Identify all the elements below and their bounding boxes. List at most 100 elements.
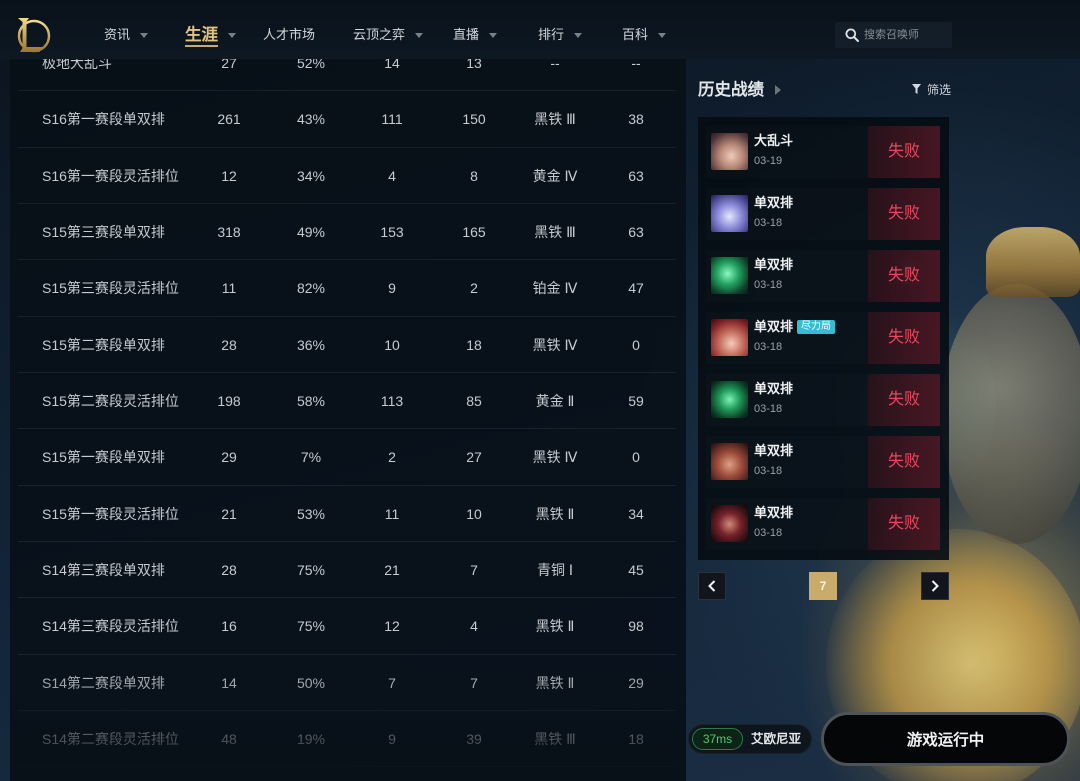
splash-crown-shape [986,227,1080,297]
tag-badge: 尽力局 [797,320,836,334]
win-rate-cell: 75% [296,561,326,578]
games-played-cell: 198 [217,392,241,409]
rank-tier-cell: 黑铁 Ⅳ [532,449,578,466]
match-history-item[interactable]: 单双排 03-18 失败 [706,436,940,488]
queue-mode-cell: S15第三赛段灵活排位 [42,280,179,297]
nav-item-rankings[interactable]: 排行 [538,24,583,46]
nav-item-label: 资讯 [104,27,131,42]
rank-tier-cell: 黑铁 Ⅲ [534,730,576,747]
match-date: 03-18 [754,341,783,353]
search-icon [845,28,859,42]
table-row: S14第三赛段灵活排位 16 75% 12 4 黑铁 Ⅱ 98 [18,598,676,655]
match-result-badge: 失败 [868,374,940,426]
nav-item-label: 云顶之弈 [353,27,406,42]
rank-tier-cell: 铂金 Ⅳ [532,280,578,297]
ranked-stats-table: 极地大乱斗 27 52% 14 13 -- -- S16第一赛段单双排 261 … [18,35,676,768]
league-points-cell: 98 [628,618,644,635]
nav-item-tft[interactable]: 云顶之弈 [353,24,424,46]
queue-mode-cell: S14第三赛段单双排 [42,561,165,578]
match-date: 03-18 [754,465,783,477]
match-history-header[interactable]: 历史战绩 [698,80,781,100]
previous-page-button[interactable] [698,572,726,600]
losses-cell: 27 [466,449,482,466]
win-rate-cell: 75% [296,618,326,635]
champion-portrait-icon [711,381,748,418]
table-row: S14第二赛段灵活排位 48 19% 9 39 黑铁 Ⅲ 18 [18,711,676,768]
wins-cell: 111 [381,111,403,128]
match-mode-text: 单双排 [754,381,794,396]
match-result-badge: 失败 [868,250,940,302]
match-history-panel: 大乱斗 03-19 失败 单双排 03-18 失败 单双排 03-18 失败 单… [698,117,949,560]
match-mode-text: 单双排 [754,443,794,458]
nav-item-wiki[interactable]: 百科 [622,24,667,46]
nav-item-label: 百科 [622,27,649,42]
match-history-item[interactable]: 单双排 03-18 失败 [706,250,940,302]
rank-tier-cell: 青铜 Ⅰ [536,561,574,578]
lol-logo-icon [17,18,51,53]
rank-tier-cell: 黄金 Ⅳ [532,167,578,184]
filter-button[interactable]: 筛选 [912,82,951,97]
match-date: 03-18 [754,527,783,539]
match-history-list: 大乱斗 03-19 失败 单双排 03-18 失败 单双排 03-18 失败 单… [706,126,940,550]
games-played-cell: 261 [217,111,241,128]
match-history-item[interactable]: 单双排 03-18 失败 [706,374,940,426]
chevron-down-icon [574,32,583,38]
filter-icon [912,84,921,94]
wins-cell: 2 [388,449,396,466]
nav-item-news[interactable]: 资讯 [104,24,149,46]
league-points-cell: 63 [628,223,644,240]
wins-cell: 4 [388,167,396,184]
losses-cell: 39 [466,730,482,747]
nav-item-label: 生涯 [185,26,218,47]
current-page-indicator[interactable]: 7 [809,572,837,600]
nav-item-live[interactable]: 直播 [453,24,498,46]
chevron-down-icon [228,32,236,38]
server-name: 艾欧尼亚 [751,732,802,746]
wins-cell: 10 [384,336,400,353]
match-mode-label: 单双排 [754,504,793,522]
ping-indicator: 37ms [692,728,743,750]
match-history-item[interactable]: 单双排 03-18 失败 [706,188,940,240]
search-input[interactable] [864,22,948,48]
match-history-item[interactable]: 单双排 03-18 失败 [706,498,940,550]
match-mode-label: 单双排 [754,256,793,274]
wins-cell: 113 [380,392,404,409]
wins-cell: 12 [384,618,400,635]
champion-portrait-icon [711,443,748,480]
match-result-badge: 失败 [868,126,940,178]
losses-cell: 2 [470,280,478,297]
losses-cell: 7 [470,674,478,691]
nav-item-label: 直播 [453,27,480,42]
queue-mode-cell: S15第一赛段单双排 [42,449,165,466]
table-row: S14第二赛段单双排 14 50% 7 7 黑铁 Ⅱ 29 [18,655,676,711]
table-row: S15第二赛段灵活排位 198 58% 113 85 黄金 Ⅱ 59 [18,373,676,430]
losses-cell: 8 [470,167,478,184]
table-row: S15第一赛段灵活排位 21 53% 11 10 黑铁 Ⅱ 34 [18,486,676,542]
nav-item-label: 人才市场 [263,27,316,42]
league-points-cell: 45 [628,561,644,578]
top-nav: 资讯 生涯 人才市场 云顶之弈 直播 排行 百科 [0,0,1080,59]
game-logo[interactable] [13,14,51,56]
games-played-cell: 11 [221,280,237,297]
league-points-cell: 18 [628,730,644,747]
league-points-cell: 63 [628,167,644,184]
summoner-search-box[interactable] [835,22,952,48]
match-mode-label: 单双排 尽力局 [754,318,836,336]
match-date: 03-18 [754,217,783,229]
table-row: S16第一赛段灵活排位 12 34% 4 8 黄金 Ⅳ 63 [18,148,676,204]
match-history-item[interactable]: 大乱斗 03-19 失败 [706,126,940,178]
chevron-down-icon [415,32,424,38]
chevron-left-icon [708,580,716,592]
table-row: S15第三赛段灵活排位 11 82% 9 2 铂金 Ⅳ 47 [18,260,676,317]
league-points-cell: 47 [628,280,644,297]
server-status-pill[interactable]: 37ms 艾欧尼亚 [688,724,812,754]
nav-item-career[interactable]: 生涯 [185,24,236,47]
win-rate-cell: 34% [296,167,326,184]
match-history-item[interactable]: 单双排 尽力局 03-18 失败 [706,312,940,364]
games-played-cell: 16 [221,618,237,635]
ranked-stats-panel: 极地大乱斗 27 52% 14 13 -- -- S16第一赛段单双排 261 … [10,0,686,781]
game-running-button[interactable]: 游戏运行中 [821,712,1070,766]
nav-item-talent-market[interactable]: 人才市场 [263,24,315,46]
match-mode-text: 单双排 [754,319,794,334]
next-page-button[interactable] [921,572,949,600]
